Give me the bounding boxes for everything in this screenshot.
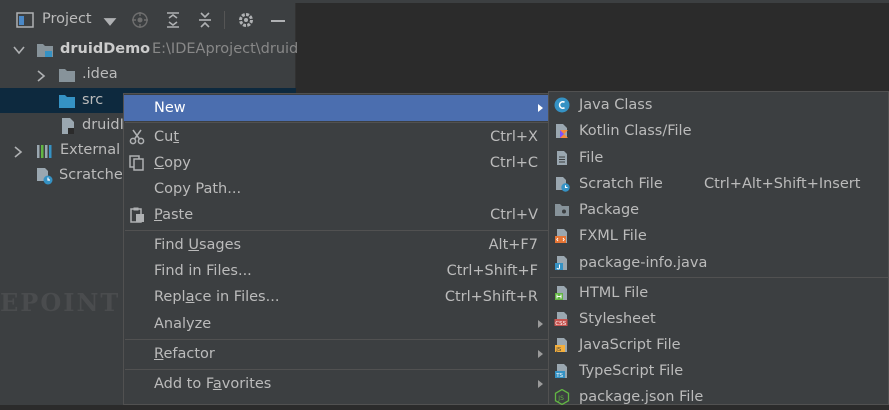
submenu-arrow-icon [538,350,543,358]
menu-label: Replace in Files... [154,289,280,305]
menu-label: Cut [154,129,180,145]
menu-shortcut: Ctrl+C [489,155,538,171]
menu-separator [125,339,551,340]
submenu-arrow-icon [538,320,543,328]
folder-icon [59,69,75,82]
menu-item-cut[interactable]: Cut Ctrl+X [124,124,550,150]
tree-row-root[interactable]: druidDemo E:\IDEAproject\druid [0,37,299,62]
css-icon: CSS [554,312,568,327]
menu-item-find-usages[interactable]: Find Usages Alt+F7 [124,232,550,258]
kotlin-icon [556,124,568,138]
submenu-item-file[interactable]: File [549,145,888,171]
locate-icon[interactable] [131,11,149,29]
submenu-separator [550,277,889,278]
menu-label: Copy [154,155,191,171]
project-root-path: E:\IDEAproject\druid [152,41,299,57]
submenu-item-javascript[interactable]: JS JavaScript File [549,332,888,358]
submenu-item-kotlin[interactable]: Kotlin Class/File [549,118,888,144]
project-view-icon[interactable] [16,11,34,29]
menu-item-analyze[interactable]: Analyze [124,311,550,337]
chevron-right-icon[interactable] [36,70,46,82]
module-folder-icon [37,44,53,57]
submenu-item-java-class[interactable]: Java Class [549,92,888,118]
menu-label: Refactor [154,346,215,362]
tree-item-label: External L [60,142,133,158]
menu-item-refactor[interactable]: Refactor [124,341,550,367]
submenu-arrow-icon [538,380,543,388]
scissors-icon [129,129,145,145]
menu-label: Find Usages [154,237,242,253]
nodejs-icon: JS [554,389,570,405]
svg-text:JS: JS [555,347,562,353]
js-icon: JS [555,338,567,353]
menu-shortcut: Ctrl+X [490,129,538,145]
scratches-icon [37,168,53,185]
submenu-item-fxml[interactable]: FXML File [549,223,888,249]
menu-item-replace-in-files[interactable]: Replace in Files... Ctrl+Shift+R [124,284,550,310]
chevron-down-icon[interactable] [13,45,25,55]
menu-label: Add to Favorites [154,376,272,392]
menu-item-copy-path[interactable]: Copy Path... [124,176,550,202]
gear-icon[interactable] [237,11,255,29]
menu-item-copy[interactable]: Copy Ctrl+C [124,150,550,176]
menu-shortcut: Ctrl+Shift+R [444,289,538,305]
scratch-file-icon [556,177,570,192]
menu-item-add-to-favorites[interactable]: Add to Favorites [124,371,550,397]
context-menu: New Cut Ctrl+X Copy Ctrl+C Copy Path... … [123,93,551,405]
ts-icon: TS [555,364,567,379]
project-root-label: druidDemo [60,41,151,57]
menu-shortcut: Ctrl+Shift+F [446,263,538,279]
package-icon [555,204,569,216]
chevron-right-icon[interactable] [13,146,23,158]
menu-label: Paste [154,207,194,223]
submenu-item-stylesheet[interactable]: CSS Stylesheet [549,306,888,332]
file-icon [557,151,567,165]
svg-text:TS: TS [555,373,563,379]
tree-item-label: druidI [82,117,124,133]
chevron-down-icon[interactable] [101,13,119,31]
submenu-arrow-icon [538,104,543,112]
submenu-item-package-json[interactable]: JS package.json File [549,384,888,410]
package-info-icon [555,256,567,270]
library-icon [37,145,52,158]
menu-separator [125,230,551,231]
project-toolbar: Project [0,3,296,37]
project-view-title[interactable]: Project [42,11,92,27]
menu-shortcut: Ctrl+V [490,207,538,223]
source-folder-icon [59,95,75,108]
menu-separator [125,122,551,123]
menu-shortcut: Alt+F7 [488,237,538,253]
new-submenu: Java Class Kotlin Class/File File Scratc… [548,91,889,405]
tree-item-label: Scratches [59,167,131,183]
submenu-item-package-info[interactable]: package-info.java [549,250,888,276]
expand-all-icon[interactable] [164,11,182,29]
java-class-icon [554,97,570,113]
submenu-item-html[interactable]: HTML File [549,280,888,306]
paste-icon [130,207,144,223]
submenu-item-scratch-file[interactable]: Scratch File Ctrl+Alt+Shift+Insert [549,171,888,197]
tree-row-idea[interactable]: .idea [0,62,296,87]
toolbar-separator [224,11,225,29]
background-watermark: EPOINT [0,288,121,317]
svg-text:JS: JS [557,395,564,402]
html-icon [555,286,567,300]
minimize-icon[interactable] [269,11,287,29]
menu-separator [125,369,551,370]
collapse-all-icon[interactable] [196,11,214,29]
submenu-item-typescript[interactable]: TS TypeScript File [549,358,888,384]
copy-icon [129,155,144,171]
submenu-item-package[interactable]: Package [549,197,888,223]
menu-item-new[interactable]: New [124,95,550,121]
menu-item-paste[interactable]: Paste Ctrl+V [124,202,550,228]
submenu-shortcut: Ctrl+Alt+Shift+Insert [704,176,861,192]
svg-text:CSS: CSS [555,321,566,327]
iml-file-icon [62,118,74,134]
menu-item-find-in-files[interactable]: Find in Files... Ctrl+Shift+F [124,258,550,284]
tree-item-label: .idea [82,66,118,82]
tree-item-label: src [82,92,104,108]
fxml-icon [555,229,567,243]
